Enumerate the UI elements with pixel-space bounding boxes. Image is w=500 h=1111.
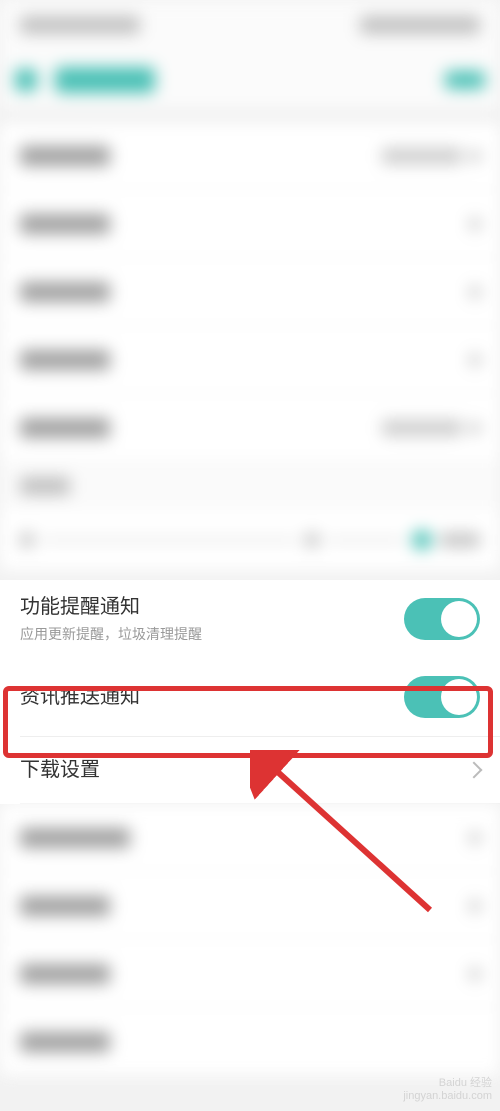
feature-reminder-subtitle: 应用更新提醒，垃圾清理提醒 <box>20 624 404 644</box>
news-push-row[interactable]: 资讯推送通知 <box>0 658 500 736</box>
download-settings-title: 下载设置 <box>20 757 468 783</box>
blurred-item-4[interactable] <box>0 326 500 394</box>
chevron-right-icon <box>466 762 483 779</box>
blurred-item-2[interactable] <box>0 190 500 258</box>
watermark-line1: Baidu 经验 <box>403 1077 492 1090</box>
nav-action[interactable] <box>445 71 485 89</box>
status-bar-left <box>20 16 140 34</box>
news-push-title: 资讯推送通知 <box>20 684 404 710</box>
feature-reminder-title: 功能提醒通知 <box>20 594 404 620</box>
download-settings-row[interactable]: 下载设置 <box>0 737 500 803</box>
blurred-item-b3[interactable] <box>0 940 500 1008</box>
blurred-item-b2[interactable] <box>0 872 500 940</box>
watermark: Baidu 经验 jingyan.baidu.com <box>403 1077 492 1103</box>
blurred-item-b4[interactable] <box>0 1008 500 1076</box>
feature-reminder-toggle[interactable] <box>404 598 480 640</box>
back-icon[interactable] <box>15 69 37 91</box>
blurred-item-b1[interactable] <box>0 804 500 872</box>
blurred-item-1[interactable] <box>0 122 500 190</box>
news-push-toggle[interactable] <box>404 676 480 718</box>
nav-title <box>55 67 155 93</box>
nav-bar <box>0 50 500 110</box>
section-divider <box>0 110 500 122</box>
blurred-item-5[interactable] <box>0 394 500 462</box>
status-bar-right <box>360 16 480 34</box>
blurred-slider-row[interactable] <box>0 510 500 570</box>
section-gap <box>0 570 500 580</box>
notification-settings-section: 功能提醒通知 应用更新提醒，垃圾清理提醒 资讯推送通知 下载设置 <box>0 580 500 804</box>
status-bar <box>0 0 500 50</box>
watermark-line2: jingyan.baidu.com <box>403 1090 492 1103</box>
blurred-item-3[interactable] <box>0 258 500 326</box>
feature-reminder-row[interactable]: 功能提醒通知 应用更新提醒，垃圾清理提醒 <box>0 580 500 658</box>
blurred-section-header <box>0 462 500 510</box>
